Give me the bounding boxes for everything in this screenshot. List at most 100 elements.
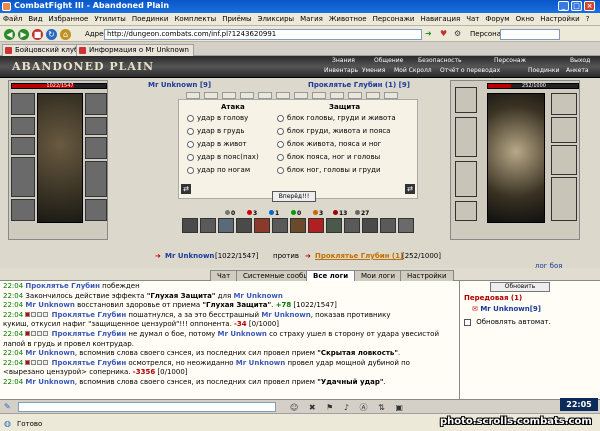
log-player-name[interactable]: Mr Unknown [25,349,74,357]
radio-icon[interactable] [277,140,284,148]
menu-fights[interactable]: Поединки [528,67,559,74]
player-name[interactable]: Mr Unknown [9] [148,81,211,89]
defense-option[interactable]: блок пояса, ног и головы [277,153,380,161]
menu-security[interactable]: Безопасность [418,57,462,64]
skill-icon[interactable] [236,218,252,233]
menu-item[interactable]: Файл [3,15,22,23]
tab-all-logs[interactable]: Все логи [306,270,356,281]
opp-slot-armor[interactable] [455,161,477,197]
radio-icon[interactable] [187,166,194,174]
menu-item[interactable]: Навигация [420,15,460,23]
skill-icon[interactable] [218,218,234,233]
slot-rings[interactable] [85,117,107,135]
translit-icon[interactable]: Ⓐ [360,403,368,412]
menu-character[interactable]: Персонаж [494,57,526,64]
skill-icon[interactable] [326,218,342,233]
defense-option[interactable]: блок головы, груди и живота [277,114,396,122]
persona-input[interactable] [500,29,560,40]
slot-armor[interactable] [11,199,35,221]
menu-item[interactable]: Комплекты [174,15,216,23]
tab-settings[interactable]: Настройки [400,270,454,281]
menu-item[interactable]: Поединки [132,15,169,23]
menu-inventory[interactable]: Инвентарь [324,67,358,74]
smiley-icon[interactable]: ☺ [290,403,298,412]
menu-exit[interactable]: Выход [570,57,590,64]
player-avatar[interactable] [37,93,83,223]
defense-option[interactable]: блок живота, пояса и ног [277,140,381,148]
log-player-name[interactable]: Mr Unknown [261,311,310,319]
menu-item[interactable]: Приёмы [222,15,251,23]
skill-icon[interactable] [254,218,270,233]
log-player-name[interactable]: Mr Unknown [25,378,74,386]
opponent-name[interactable]: Проклятье Глубин (1) [9] [308,81,410,89]
radio-icon[interactable] [187,153,194,161]
back-icon[interactable]: ◀ [4,29,15,40]
radio-icon[interactable] [277,153,284,161]
settings-icon[interactable]: ⚙ [454,29,461,38]
menu-item[interactable]: Вид [28,15,42,23]
radio-icon[interactable] [187,127,194,135]
slot-amulet[interactable] [11,137,35,155]
filter-icon[interactable]: ⚑ [326,403,333,412]
online-user[interactable]: ✉ Mr Unknown[9] [472,305,541,313]
auto-refresh-checkbox[interactable]: Обновлять автомат. [464,318,551,326]
defense-option[interactable]: блок груди, живота и пояса [277,127,390,135]
opponent-avatar[interactable] [487,93,545,223]
go-icon[interactable]: ➜ [425,29,432,38]
skill-icon[interactable] [380,218,396,233]
tab-chat[interactable]: Чат [210,270,238,281]
slot-shield[interactable] [85,137,107,159]
slot-belt[interactable] [85,161,107,197]
vs-player-name[interactable]: Mr Unknown [165,252,214,260]
bookmark-icon[interactable]: ♥ [440,29,447,38]
menu-item[interactable]: Форум [485,15,509,23]
log-player-name[interactable]: Mr Unknown [233,292,282,300]
stop-icon[interactable]: ■ [32,29,43,40]
skill-icon[interactable] [182,218,198,233]
log-player-name[interactable]: Mr Unknown [217,330,266,338]
attack-option[interactable]: удар по ногам [187,166,250,174]
slot-earring[interactable] [11,117,35,135]
log-player-name[interactable]: Проклятье Глубин [25,282,100,290]
opp-slot-weapon[interactable] [455,117,477,157]
opp-slot-boots[interactable] [551,177,577,221]
menu-skills[interactable]: Умения [362,67,385,74]
menu-item[interactable]: Магия [300,15,323,23]
log-player-name[interactable]: Mr Unknown [25,301,74,309]
radio-icon[interactable] [187,140,194,148]
log-player-name[interactable]: Проклятье Глубин [52,330,127,338]
chat-icon[interactable]: ✎ [4,402,11,411]
minimize-icon[interactable]: _ [558,1,569,11]
vs-opponent-name[interactable]: Проклятье Глубин (1) [315,252,403,260]
menu-item[interactable]: Эликсиры [258,15,295,23]
radio-icon[interactable] [187,114,194,122]
skill-icon[interactable] [272,218,288,233]
close-icon[interactable]: × [584,1,595,11]
skill-icon[interactable] [398,218,414,233]
menu-item[interactable]: Окно [516,15,535,23]
tab-player-info[interactable]: Информация о Mr Unknown [76,44,194,56]
log-player-name[interactable]: Проклятье Глубин [52,359,127,367]
save-icon[interactable]: ▣ [395,403,403,412]
menu-profile[interactable]: Анкета [566,67,589,74]
slot-weapon[interactable] [11,157,35,197]
skill-icon[interactable] [290,218,306,233]
clear-icon[interactable]: ✖ [309,403,316,412]
opp-slot-shield[interactable] [551,117,577,143]
skill-icon[interactable] [362,218,378,233]
forward-icon[interactable]: ▶ [18,29,29,40]
opp-slot-helmet[interactable] [455,87,477,113]
forward-button[interactable]: Вперёд!!! [272,191,316,202]
skill-icon[interactable] [200,218,216,233]
menu-item[interactable]: Персонажи [373,15,415,23]
slot-boots[interactable] [85,199,107,221]
tab-my-logs[interactable]: Мои логи [354,270,403,281]
sound-icon[interactable]: ♪ [344,403,349,412]
menu-communication[interactable]: Общение [374,57,403,64]
refresh-icon[interactable]: ↻ [46,29,57,40]
menu-transfer-report[interactable]: Отчёт о переводах [440,67,500,74]
home-icon[interactable]: ⌂ [60,29,71,40]
log-player-name[interactable]: Mr Unknown [236,359,285,367]
address-input[interactable]: http://dungeon.combats.com/inf.pl?124362… [104,29,422,40]
swap-left-icon[interactable]: ⇄ [181,184,191,194]
